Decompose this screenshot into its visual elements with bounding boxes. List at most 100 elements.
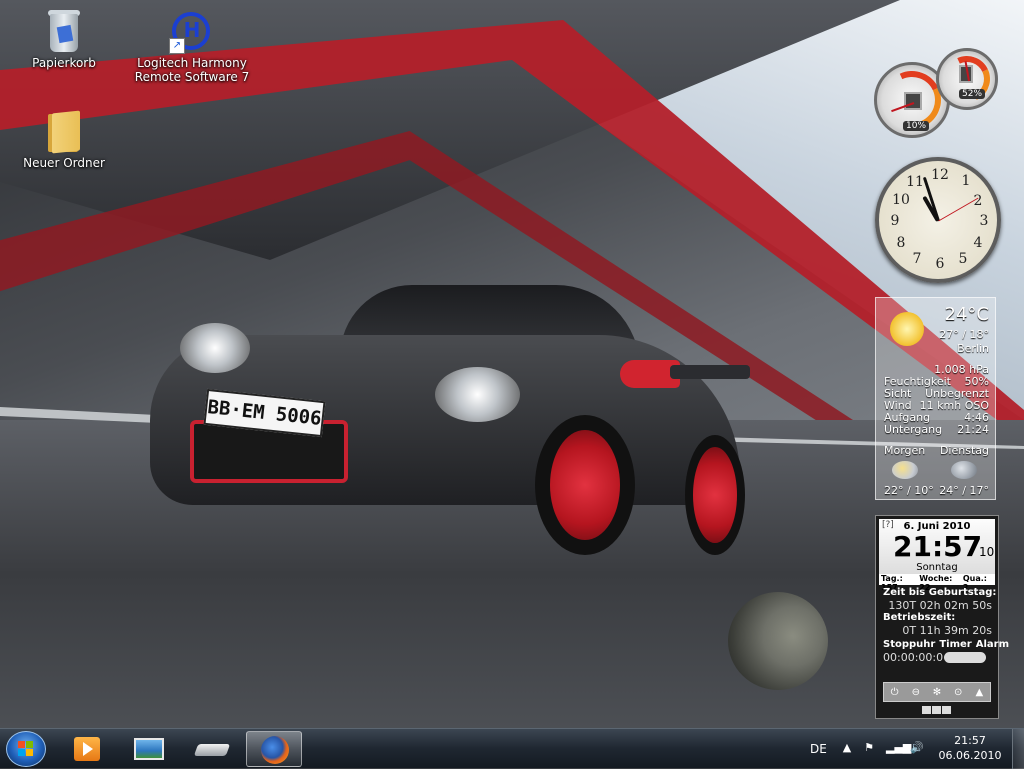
desktop-icon-label: Neuer Ordner — [23, 156, 105, 170]
stopwatch-toggle[interactable] — [944, 652, 986, 663]
clock-gadget[interactable]: 12 1 2 3 4 5 6 7 8 9 10 11 — [875, 157, 1001, 283]
clock-number: 1 — [961, 173, 971, 189]
desktop-icon-label-line2: Remote Software 7 — [134, 70, 250, 84]
weather-row-value: 21:24 — [957, 423, 989, 436]
uptime-value: 0T 11h 39m 20s — [902, 624, 992, 637]
tab-timer[interactable]: Timer — [939, 639, 971, 650]
thunderstorm-icon — [951, 461, 978, 479]
gadget-page-tabs — [922, 706, 951, 714]
forecast-temp: 24° / 17° — [939, 484, 989, 497]
uptime-label: Betriebszeit: — [883, 612, 956, 623]
birthday-label: Zeit bis Geburtstag: — [883, 587, 997, 598]
calendar-weekday: Sonntag — [916, 562, 958, 573]
drive-icon — [193, 744, 231, 756]
car-headlight-left — [180, 323, 250, 373]
calendar-header: [?] 6. Juni 2010 21:57 10 Sonntag — [879, 519, 995, 581]
wheel-rim — [550, 430, 620, 540]
weather-details: 1.008 hPa Feuchtigkeit 50% Sicht Unbegrenz… — [884, 364, 989, 436]
forecast-day: Dienstag — [939, 444, 989, 457]
forecast-day: Morgen — [884, 444, 926, 457]
stopwatch-value: 00:00:00:0 — [883, 651, 944, 664]
car-front-wheel — [535, 415, 635, 555]
weather-city: Berlin — [957, 342, 989, 355]
calendar-clock-gadget[interactable]: [?] 6. Juni 2010 21:57 10 Sonntag Tag.: … — [875, 515, 1009, 719]
clock-number: 6 — [935, 256, 945, 272]
stat-quarter: Qua.: 2 — [962, 574, 988, 592]
desktop-icon-harmony[interactable]: H ↗ Logitech Harmony Remote Software 7 — [132, 12, 252, 84]
clock-number: 5 — [958, 251, 968, 267]
taskbar-date: 06.06.2010 — [938, 749, 1002, 762]
forecast-temp: 22° / 10° — [884, 484, 934, 497]
windows-logo-icon — [18, 741, 34, 757]
clock-number: 8 — [896, 235, 906, 251]
ram-gauge: 52% — [936, 48, 998, 110]
photo-viewer-icon — [134, 738, 164, 760]
volume-icon[interactable]: 🔊 — [910, 741, 924, 755]
taskbar-clock[interactable]: 21:57 06.06.2010 — [934, 733, 1006, 763]
desktop-icon-label: Papierkorb — [32, 56, 96, 70]
taskbar-firefox[interactable] — [246, 731, 302, 767]
partly-cloudy-icon — [891, 461, 918, 479]
calendar-seconds: 10 — [979, 545, 995, 559]
page-tab[interactable] — [942, 706, 951, 714]
page-tab[interactable] — [932, 706, 941, 714]
lock-icon[interactable]: ▲ — [972, 687, 986, 698]
show-hidden-icons-chevron[interactable]: ▲ — [840, 741, 854, 755]
clock-number: 9 — [890, 213, 900, 229]
show-desktop-button[interactable] — [1012, 729, 1024, 769]
car-rear-wing — [670, 365, 750, 379]
birthday-countdown: 130T 02h 02m 50s — [888, 599, 992, 612]
stat-week: Woche: 22 — [919, 574, 953, 592]
clock-number: 12 — [931, 167, 949, 183]
desktop-icon-new-folder[interactable]: Neuer Ordner — [4, 110, 124, 170]
weather-min-max: 27° / 18° — [939, 328, 989, 341]
wallpaper-car: BB·EM 5006 — [130, 285, 750, 555]
calendar-time: 21:57 — [893, 530, 983, 563]
folder-icon — [46, 110, 82, 154]
minus-icon[interactable]: ⊖ — [909, 687, 923, 698]
shortcut-arrow-icon: ↗ — [169, 38, 185, 54]
taskbar-time: 21:57 — [954, 734, 986, 747]
clock-number: 3 — [979, 213, 989, 229]
start-button[interactable] — [6, 731, 46, 767]
tab-alarm[interactable]: Alarm — [976, 639, 1009, 650]
calendar-stats: Tag.: 157 Woche: 22 Qua.: 2 — [879, 574, 995, 592]
car-headlight-right — [435, 367, 520, 422]
firefox-icon — [261, 736, 289, 764]
recycle-bin-icon — [46, 8, 82, 52]
taskbar: DE ▲ ⚑ ▂▄▆ 🔊 21:57 06.06.2010 — [0, 728, 1024, 769]
harmony-app-icon: H ↗ — [169, 12, 215, 54]
chevron-down-icon[interactable]: ⊙ — [951, 687, 965, 698]
weather-temperature: 24°C — [944, 304, 989, 325]
taskbar-media-player[interactable] — [60, 731, 116, 767]
wheel-rim — [693, 447, 737, 543]
clock-number: 4 — [973, 235, 983, 251]
weather-gadget[interactable]: 24°C 27° / 18° Berlin 1.008 hPa Feuchtig… — [875, 297, 996, 500]
stat-day: Tag.: 157 — [881, 574, 903, 592]
desktop-icon-recycle-bin[interactable]: Papierkorb — [4, 8, 124, 70]
desktop-wallpaper: BB·EM 5006 — [0, 0, 1024, 728]
clock-number: 10 — [892, 192, 910, 208]
tab-stopwatch[interactable]: Stoppuhr — [883, 639, 935, 650]
taskbar-photo-viewer[interactable] — [122, 731, 178, 767]
taskbar-drive[interactable] — [184, 731, 240, 767]
weather-row-label: Untergang — [884, 423, 943, 436]
media-player-icon — [74, 737, 100, 761]
clock-number: 7 — [912, 251, 922, 267]
snowflake-icon[interactable]: ✻ — [930, 687, 944, 698]
sunny-icon — [890, 312, 924, 346]
power-icon[interactable]: ⏻ — [888, 687, 902, 698]
ram-percent: 52% — [959, 89, 986, 99]
language-indicator[interactable]: DE — [810, 729, 827, 769]
cpu-meter-gadget[interactable]: 10% 52% — [874, 48, 1002, 140]
moon-phase-gadget[interactable] — [728, 592, 828, 690]
stopwatch-tabs: Stoppuhr Timer Alarm — [883, 639, 1009, 650]
network-signal-icon[interactable]: ▂▄▆ — [886, 741, 911, 755]
clock-second-hand — [938, 197, 979, 222]
page-tab[interactable] — [922, 706, 931, 714]
car-rear-wheel — [685, 435, 745, 555]
weather-forecast: Morgen Dienstag — [884, 444, 989, 483]
cpu-percent: 10% — [903, 121, 930, 131]
action-center-flag-icon[interactable]: ⚑ — [862, 741, 876, 755]
forecast-temps: 22° / 10° 24° / 17° — [884, 484, 989, 497]
